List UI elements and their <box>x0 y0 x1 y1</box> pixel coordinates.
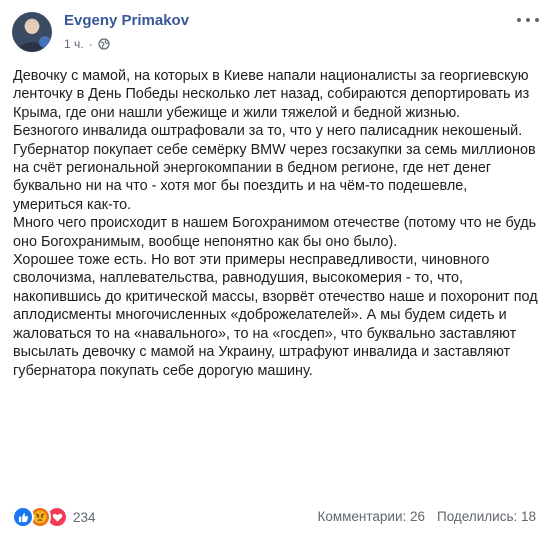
globe-icon[interactable] <box>97 38 110 50</box>
like-icon <box>12 506 34 528</box>
post-paragraph: Безногого инвалида оштрафовали за то, чт… <box>13 123 523 140</box>
post-paragraph: Губернатор покупает себе семёрку BMW чер… <box>13 141 536 213</box>
shares-count[interactable]: Поделились: 18 <box>437 509 536 524</box>
post-footer: 234 Комментарии: 26 Поделились: 18 <box>0 500 553 535</box>
post-body: Девочку с мамой, на которых в Киеве напа… <box>13 67 541 380</box>
post-paragraph: Много чего происходит в нашем Богохраним… <box>13 215 537 250</box>
post-header: Evgeny Primakov 1 ч. · <box>0 0 553 64</box>
comments-count[interactable]: Комментарии: 26 <box>317 509 425 524</box>
reactions-summary[interactable]: 234 <box>12 506 96 528</box>
author-name[interactable]: Evgeny Primakov <box>64 12 189 29</box>
reaction-count[interactable]: 234 <box>73 510 96 525</box>
post-paragraph: Хорошее тоже есть. Но вот эти примеры не… <box>13 252 538 379</box>
avatar[interactable] <box>12 12 52 52</box>
post-meta: 1 ч. · <box>64 37 110 51</box>
meta-separator: · <box>88 37 93 51</box>
post-paragraph: Девочку с мамой, на которых в Киеве напа… <box>13 68 530 121</box>
post-stats: Комментарии: 26 Поделились: 18 <box>317 509 536 524</box>
post-time[interactable]: 1 ч. <box>64 37 84 51</box>
more-options-icon[interactable] <box>517 13 539 27</box>
